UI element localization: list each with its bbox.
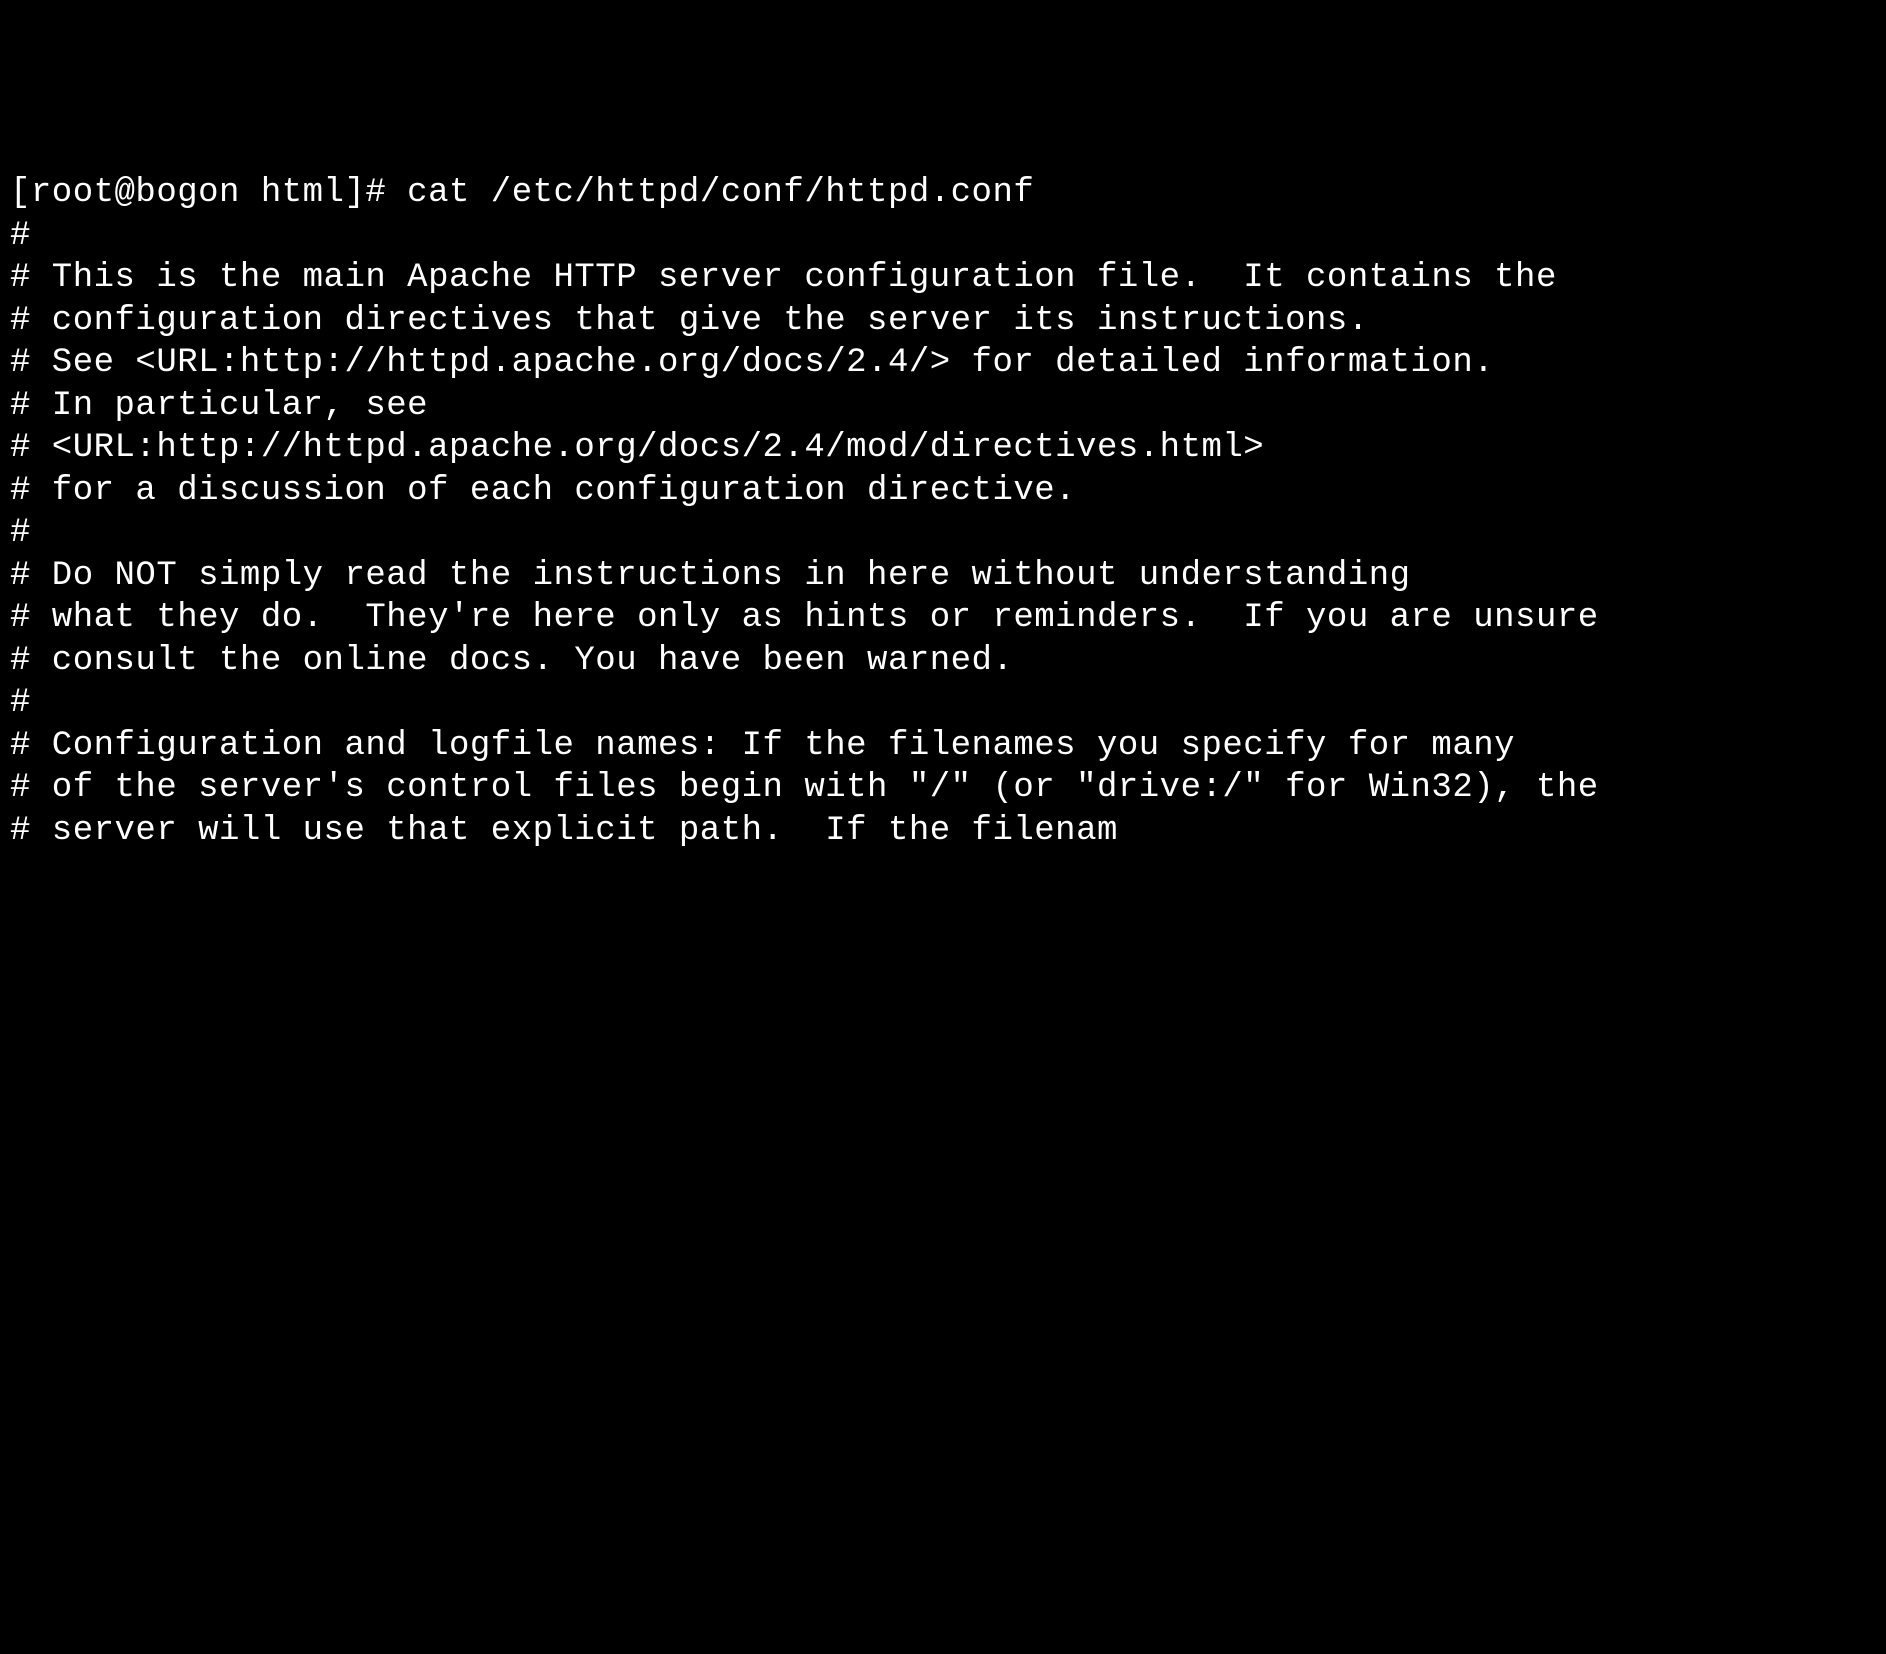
terminal-command-line[interactable]: [root@bogon html]# cat /etc/httpd/conf/h… (10, 172, 1876, 215)
terminal-output-line: # This is the main Apache HTTP server co… (10, 257, 1876, 300)
terminal-output-line: # for a discussion of each configuration… (10, 470, 1876, 513)
terminal-output-line: # Do NOT simply read the instructions in… (10, 555, 1876, 598)
terminal-output-line: # <URL:http://httpd.apache.org/docs/2.4/… (10, 427, 1876, 470)
shell-command: cat /etc/httpd/conf/httpd.conf (407, 174, 1034, 212)
shell-prompt: [root@bogon html]# (10, 174, 407, 212)
terminal-output-line: # In particular, see (10, 385, 1876, 428)
terminal-output-line: # what they do. They're here only as hin… (10, 597, 1876, 640)
terminal-output-line: # server will use that explicit path. If… (10, 810, 1876, 853)
terminal-output-line: # configuration directives that give the… (10, 300, 1876, 343)
terminal-output-line: # (10, 682, 1876, 725)
terminal-output-line: # See <URL:http://httpd.apache.org/docs/… (10, 342, 1876, 385)
terminal-output-line: # (10, 215, 1876, 258)
terminal-output-line: # of the server's control files begin wi… (10, 767, 1876, 810)
terminal-output-line: # consult the online docs. You have been… (10, 640, 1876, 683)
terminal-output-line: # Configuration and logfile names: If th… (10, 725, 1876, 768)
terminal-output-line: # (10, 512, 1876, 555)
